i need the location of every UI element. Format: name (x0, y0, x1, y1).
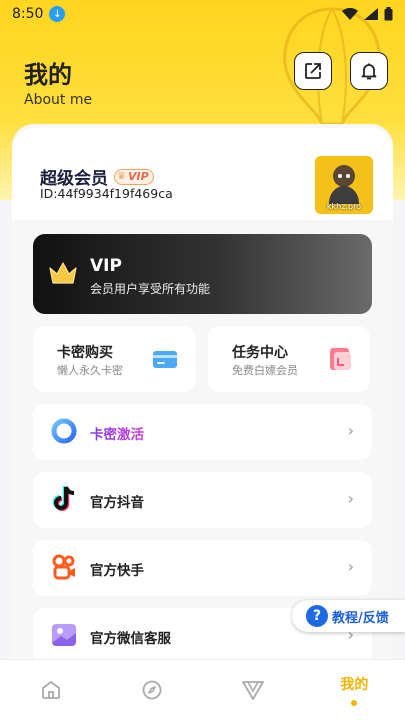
crown-icon (49, 262, 77, 284)
vip-banner-title: VIP (90, 256, 122, 276)
v-logo-icon (242, 681, 265, 700)
wifi-icon (342, 8, 358, 20)
task-center-subtitle: 免费白嫖会员 (232, 364, 298, 377)
user-profile-section: 超级会员 ♛ VIP ID:44f9934f19f469ca kkhz.pro (12, 128, 393, 220)
status-bar: 8:50 ↓ (0, 0, 405, 28)
page-title: 我的 (24, 61, 72, 89)
user-id: ID:44f9934f19f469ca (40, 186, 173, 201)
signal-icon (364, 8, 378, 20)
nav-me[interactable]: 我的 (304, 660, 405, 720)
home-icon (41, 681, 60, 699)
nav-vip[interactable] (203, 660, 304, 720)
nav-discover[interactable] (101, 660, 202, 720)
page-subtitle: About me (24, 92, 93, 108)
tutorial-feedback-button[interactable]: ? 教程/反馈 (292, 600, 405, 632)
card-purchase-title: 卡密购买 (57, 345, 113, 361)
status-time: 8:50 (12, 6, 44, 22)
share-button[interactable] (294, 52, 332, 90)
vip-badge: ♛ VIP (114, 168, 154, 185)
chevron-right-icon: › (347, 557, 354, 576)
task-center-card[interactable]: 任务中心 免费白嫖会员 (208, 326, 370, 392)
notification-button[interactable] (350, 52, 388, 90)
card-purchase-card[interactable]: 卡密购买 懒人永久卡密 (33, 326, 195, 392)
vip-banner-description: 会员用户享受所有功能 (90, 282, 211, 296)
active-indicator-dot (351, 700, 358, 706)
chevron-right-icon: › (347, 421, 354, 440)
activation-ring-icon (51, 418, 77, 444)
card-activation-label: 卡密激活 (90, 423, 144, 443)
chevron-right-icon: › (347, 489, 354, 508)
compass-icon (142, 680, 162, 700)
official-douyin-row[interactable]: 官方抖音 › (33, 472, 372, 528)
card-icon (153, 351, 177, 368)
nav-me-label: 我的 (340, 677, 369, 693)
share-icon (305, 63, 321, 79)
nav-home[interactable] (0, 660, 101, 720)
avatar[interactable]: kkhz.pro (315, 156, 373, 214)
card-activation-row[interactable]: 卡密激活 › (33, 404, 372, 460)
task-icon (330, 348, 351, 370)
crown-icon: ♛ (117, 171, 126, 182)
task-center-title: 任务中心 (232, 345, 288, 361)
tutorial-feedback-label: 教程/反馈 (332, 610, 389, 626)
kuaishou-icon (52, 554, 75, 580)
bell-icon (361, 63, 377, 80)
vip-badge-label: VIP (127, 170, 149, 183)
card-purchase-subtitle: 懒人永久卡密 (57, 364, 123, 377)
download-icon: ↓ (49, 6, 66, 22)
image-icon (52, 624, 76, 646)
tiktok-icon (52, 486, 75, 511)
official-kuaishou-label: 官方快手 (90, 563, 144, 579)
help-icon: ? (306, 605, 328, 627)
battery-icon (384, 7, 393, 21)
official-kuaishou-row[interactable]: 官方快手 › (33, 540, 372, 596)
bottom-navigation: 我的 (0, 660, 405, 720)
official-douyin-label: 官方抖音 (90, 495, 144, 511)
official-wechat-service-label: 官方微信客服 (90, 631, 171, 647)
vip-banner[interactable]: VIP 会员用户享受所有功能 (33, 234, 372, 314)
avatar-caption: kkhz.pro (326, 202, 362, 211)
